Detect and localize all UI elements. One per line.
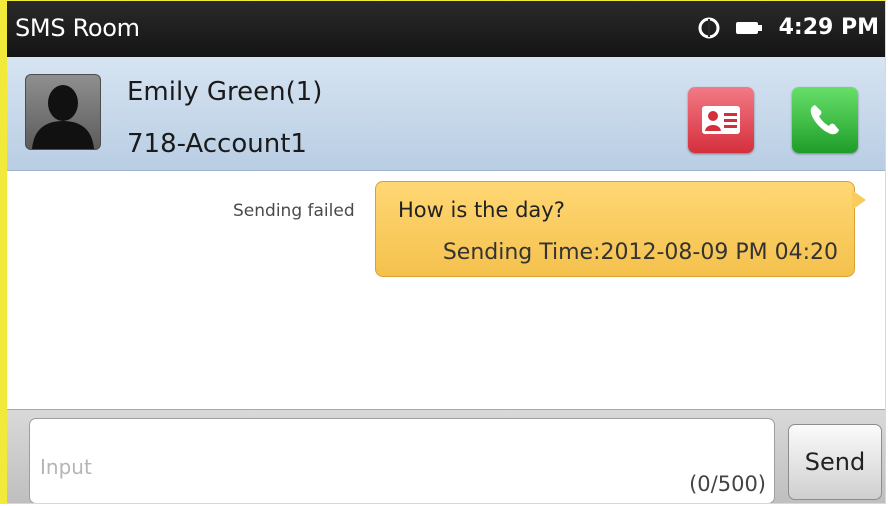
message-sending-time: Sending Time:2012-08-09 PM 04:20 [442,240,838,265]
message-text: How is the day? [398,198,565,222]
message-status: Sending failed [233,201,355,221]
composer-bar: Input (0/500) Send [7,409,885,503]
character-counter: (0/500) [689,472,766,496]
contact-name: Emily Green(1) [127,77,323,107]
message-input[interactable]: Input (0/500) [29,418,775,503]
phone-icon [810,105,839,135]
app-title: SMS Room [15,14,140,42]
title-bar: SMS Room 4:29 PM [7,1,885,57]
battery-icon [735,19,765,37]
shield-icon [697,16,721,40]
send-button[interactable]: Send [788,424,882,500]
contact-account: 718-Account1 [127,129,307,159]
input-placeholder: Input [40,455,92,479]
message-list[interactable]: Sending failed How is the day? Sending T… [7,171,885,411]
status-area: 4:29 PM [697,15,879,40]
contact-header: Emily Green(1) 718-Account1 [7,57,885,171]
call-button[interactable] [792,87,858,153]
bubble-tail [852,190,866,210]
status-time: 4:29 PM [778,15,879,40]
app-frame: SMS Room 4:29 PM Emily Green(1) 718-Acco… [0,0,886,504]
person-silhouette-icon [32,85,94,149]
message-bubble[interactable]: How is the day? Sending Time:2012-08-09 … [375,181,866,277]
contact-card-button[interactable] [688,87,754,153]
avatar[interactable] [25,74,101,150]
contact-card-icon [702,106,740,134]
